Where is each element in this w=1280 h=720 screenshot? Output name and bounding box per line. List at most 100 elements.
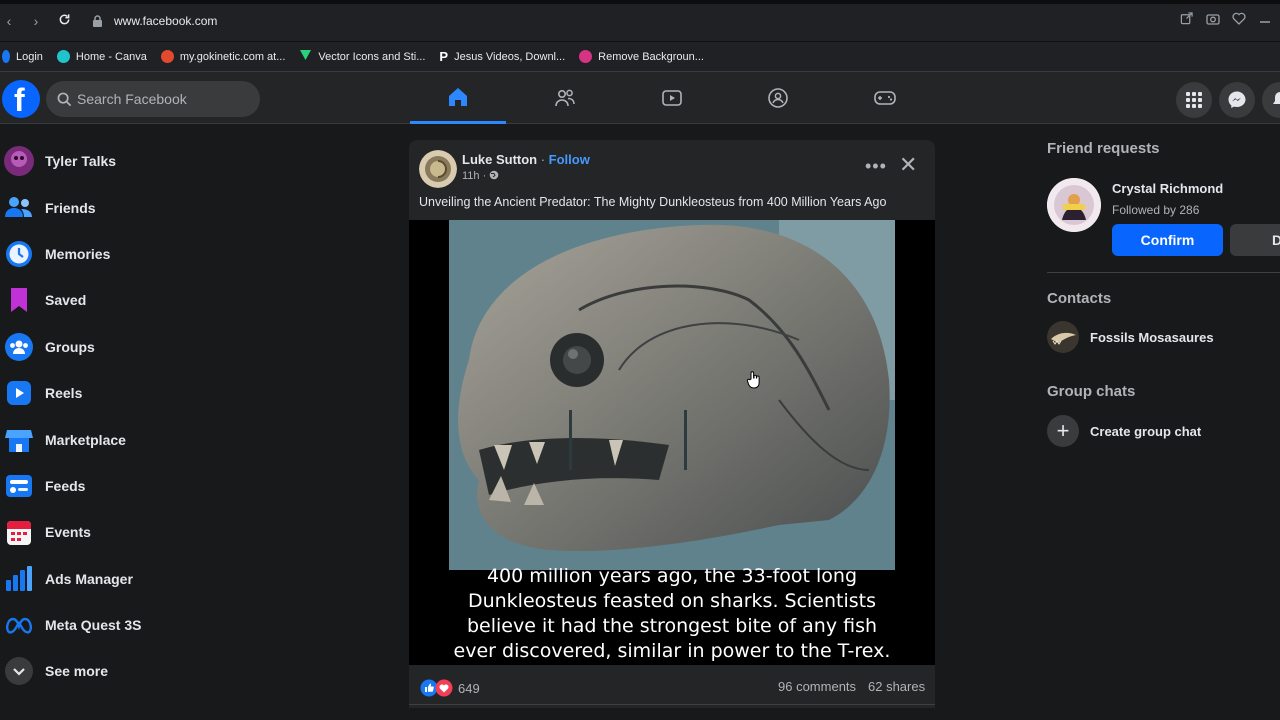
status-strip bbox=[0, 708, 1280, 720]
tab-groups[interactable] bbox=[730, 72, 826, 124]
home-icon bbox=[449, 87, 467, 106]
friends-icon bbox=[555, 89, 575, 107]
follow-button[interactable]: Follow bbox=[549, 152, 590, 167]
friend-request-avatar[interactable] bbox=[1047, 178, 1101, 232]
heart-icon[interactable] bbox=[1232, 12, 1246, 26]
comments-count[interactable]: 96 comments bbox=[778, 679, 856, 694]
camera-icon[interactable] bbox=[1206, 12, 1220, 26]
tab-friends[interactable] bbox=[517, 72, 613, 124]
bell-icon bbox=[1273, 92, 1280, 104]
remove-bg-favicon-icon bbox=[579, 50, 593, 63]
groups-icon bbox=[768, 88, 788, 108]
back-icon[interactable]: ‹ bbox=[0, 12, 18, 30]
sidebar-item-ads-manager[interactable]: Ads Manager bbox=[0, 556, 260, 602]
more-options-icon[interactable]: ••• bbox=[865, 156, 887, 177]
bookmark-vector-icons[interactable]: Vector Icons and Sti... bbox=[299, 49, 425, 64]
logo-letter: f bbox=[14, 82, 25, 118]
sidebar-item-label: Ads Manager bbox=[45, 570, 133, 587]
tab-video[interactable] bbox=[624, 72, 720, 124]
search-placeholder: Search Facebook bbox=[77, 91, 187, 107]
gokinetic-favicon-icon bbox=[160, 50, 174, 63]
bookmark-canva[interactable]: Home - Canva bbox=[56, 50, 147, 63]
friend-request-mutual: Followed by 286 bbox=[1112, 203, 1200, 217]
bookmarks-bar: Login Home - Canva my.gokinetic.com at..… bbox=[0, 42, 1280, 72]
menu-button[interactable] bbox=[1176, 82, 1212, 118]
feeds-icon bbox=[4, 471, 34, 501]
plus-icon: + bbox=[1047, 415, 1079, 447]
overlay-line: believe it had the strongest bite of any… bbox=[466, 615, 878, 637]
sidebar-item-label: Meta Quest 3S bbox=[45, 617, 142, 634]
tab-home[interactable] bbox=[410, 72, 506, 124]
mouse-cursor-icon bbox=[746, 371, 760, 389]
love-reaction-icon bbox=[435, 679, 453, 697]
reload-icon[interactable] bbox=[55, 12, 73, 30]
sidebar-item-meta-quest[interactable]: Meta Quest 3S bbox=[0, 602, 260, 648]
right-sidebar: Friend requests Crystal Richmond Followe… bbox=[1047, 140, 1280, 447]
delete-button[interactable]: Delete bbox=[1230, 224, 1280, 256]
sidebar-item-label: Saved bbox=[45, 292, 87, 309]
bookmark-remove-background[interactable]: Remove Backgroun... bbox=[579, 50, 704, 63]
bookmark-label: Login bbox=[16, 50, 43, 63]
search-icon bbox=[57, 92, 72, 107]
sidebar-item-see-more[interactable]: See more bbox=[0, 648, 260, 694]
sidebar-item-profile[interactable]: Tyler Talks bbox=[0, 138, 260, 184]
reactions[interactable]: 649 bbox=[420, 679, 480, 697]
notifications-button[interactable] bbox=[1262, 82, 1280, 118]
sidebar-item-friends[interactable]: Friends bbox=[0, 184, 260, 230]
video-icon bbox=[662, 90, 682, 106]
calendar-icon bbox=[4, 517, 34, 547]
url-text: www.facebook.com bbox=[114, 14, 218, 28]
confirm-button[interactable]: Confirm bbox=[1112, 224, 1223, 256]
shares-count[interactable]: 62 shares bbox=[868, 679, 925, 694]
search-input[interactable]: Search Facebook bbox=[46, 81, 260, 117]
share-icon[interactable] bbox=[1180, 12, 1194, 26]
close-icon[interactable]: ✕ bbox=[899, 154, 917, 176]
post-caption: Unveiling the Ancient Predator: The Migh… bbox=[419, 195, 887, 209]
author-separator: · bbox=[537, 152, 549, 167]
friend-requests-title: Friend requests bbox=[1047, 140, 1160, 157]
overlay-line: 400 million years ago, the 33-foot long bbox=[486, 565, 858, 587]
post-stats: 649 96 comments 62 shares bbox=[409, 665, 935, 705]
facebook-logo-icon[interactable]: f bbox=[2, 80, 40, 118]
bookmark-login[interactable]: Login bbox=[2, 50, 43, 63]
sidebar-item-saved[interactable]: Saved bbox=[0, 277, 260, 323]
globe-icon bbox=[490, 170, 499, 180]
groups-icon bbox=[4, 332, 34, 362]
contact-name: Fossils Mosasaures bbox=[1090, 329, 1214, 345]
bookmark-gokinetic[interactable]: my.gokinetic.com at... bbox=[160, 50, 286, 63]
friend-request-name[interactable]: Crystal Richmond bbox=[1112, 181, 1223, 196]
vector-favicon-icon bbox=[299, 49, 312, 64]
bookmark-label: Home - Canva bbox=[75, 50, 147, 63]
sidebar-item-reels[interactable]: Reels bbox=[0, 370, 260, 416]
bookmark-jesus-videos[interactable]: P Jesus Videos, Downl... bbox=[439, 49, 565, 64]
bookmark-favicon-icon bbox=[2, 50, 10, 63]
bookmark-label: Vector Icons and Sti... bbox=[318, 50, 426, 63]
facebook-header: f Search Facebook bbox=[0, 72, 1280, 124]
sidebar-item-memories[interactable]: Memories bbox=[0, 231, 260, 277]
sidebar-item-marketplace[interactable]: Marketplace bbox=[0, 416, 260, 462]
contacts-title: Contacts bbox=[1047, 290, 1112, 307]
sidebar-item-groups[interactable]: Groups bbox=[0, 324, 260, 370]
sidebar-item-label: Reels bbox=[45, 385, 83, 402]
post-image[interactable]: 400 million years ago, the 33-foot long … bbox=[409, 220, 935, 665]
create-group-label: Create group chat bbox=[1090, 423, 1202, 439]
tab-gaming[interactable] bbox=[837, 72, 933, 124]
sidebar-item-events[interactable]: Events bbox=[0, 509, 260, 555]
forward-icon[interactable]: › bbox=[27, 12, 45, 30]
post-author-avatar[interactable] bbox=[419, 150, 457, 188]
gaming-icon bbox=[874, 91, 896, 105]
reels-icon bbox=[4, 378, 34, 408]
sidebar-item-label: Tyler Talks bbox=[45, 153, 117, 170]
minimize-icon[interactable] bbox=[1258, 12, 1272, 26]
url-field[interactable]: www.facebook.com bbox=[82, 10, 1262, 34]
create-group-chat-button[interactable]: + Create group chat bbox=[1047, 415, 1201, 447]
bookmark-label: my.gokinetic.com at... bbox=[179, 50, 286, 63]
post-time: 11h · bbox=[462, 170, 490, 182]
feed-post: Luke Sutton · Follow 11h · ••• ✕ Unveili… bbox=[409, 140, 935, 720]
post-author-name[interactable]: Luke Sutton bbox=[462, 152, 537, 167]
messenger-button[interactable] bbox=[1219, 82, 1255, 118]
post-timestamp[interactable]: 11h · bbox=[462, 170, 499, 182]
bookmark-icon bbox=[4, 285, 34, 315]
contact-item[interactable]: Fossils Mosasaures bbox=[1047, 321, 1214, 353]
sidebar-item-feeds[interactable]: Feeds bbox=[0, 463, 260, 509]
